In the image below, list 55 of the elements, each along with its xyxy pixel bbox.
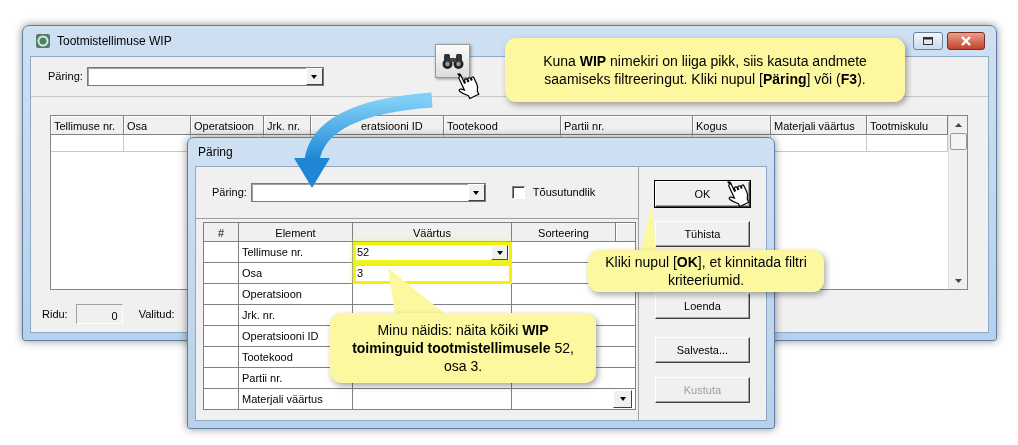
callout-tooltip: Kuna WIP nimekiri on liiga pikk, siis kasuta andmete saamiseks filtreeringut. Kliki nupul [Päring] või (F3).: [505, 38, 905, 102]
column-header[interactable]: Kogus: [693, 116, 771, 135]
close-button[interactable]: [947, 32, 985, 50]
column-header[interactable]: Materjali väärtus: [771, 116, 867, 135]
column-header[interactable]: Osa: [124, 116, 191, 135]
column-header[interactable]: Jrk. nr.: [264, 116, 311, 135]
dropdown-field[interactable]: [512, 389, 636, 410]
grid-cell: Operatsioon: [239, 284, 353, 305]
up-arrow-icon: [954, 122, 962, 127]
dropdown-field[interactable]: 52: [353, 242, 512, 263]
dropdown-field[interactable]: [250, 183, 486, 202]
close-icon: [960, 36, 972, 46]
maximize-button[interactable]: [913, 32, 943, 50]
dialog-title: Päring: [198, 144, 233, 161]
column-header[interactable]: #: [204, 223, 239, 242]
row-count-field: 0: [75, 304, 123, 324]
grid-cell: Materjali väärtus: [239, 389, 353, 410]
checkbox-label: Tõusutundlik: [532, 185, 596, 201]
down-arrow-icon: [954, 278, 962, 283]
grid-cell: Osa: [239, 263, 353, 284]
dropdown-button[interactable]: [491, 245, 508, 260]
grid-cell: Tellimuse nr.: [239, 242, 353, 263]
dropdown-button[interactable]: [613, 390, 632, 408]
maximize-icon: [923, 37, 933, 45]
dialog-button[interactable]: Tühista: [654, 221, 750, 247]
window-title: Tootmistellimuse WIP: [57, 33, 172, 50]
caret-icon: [311, 74, 318, 79]
column-header[interactable]: Element: [239, 223, 353, 242]
column-header[interactable]: Tootmiskulu: [867, 116, 948, 135]
callout-tail: [638, 204, 658, 252]
callout-tooltip: Kliki nupul [OK], et kinnitada filtri kriteeriumid.: [588, 250, 824, 292]
sort-button[interactable]: [616, 223, 636, 242]
status-label: Valitud:: [138, 306, 175, 322]
binoculars-button[interactable]: [435, 44, 470, 78]
binoculars-icon: [441, 52, 464, 70]
dropdown-field[interactable]: [86, 67, 324, 86]
dialog-button[interactable]: Salvesta...: [654, 337, 750, 363]
caret-icon: [496, 250, 503, 255]
app-icon: [35, 33, 51, 49]
field-value: 52: [357, 245, 371, 261]
column-header[interactable]: Operatsioon: [191, 116, 264, 135]
column-header[interactable]: Väärtus: [353, 223, 512, 242]
status-label: Ridu:: [42, 306, 68, 322]
grid-cell: 3: [353, 263, 512, 284]
checkbox[interactable]: [511, 186, 525, 199]
column-header[interactable]: Tellimuse nr.: [51, 116, 124, 135]
column-header[interactable]: Partii nr.: [561, 116, 693, 135]
column-header[interactable]: Sorteering: [512, 223, 616, 242]
column-header[interactable]: Tootekood: [444, 116, 561, 135]
caret-icon: [473, 190, 480, 195]
caret-icon: [619, 397, 626, 401]
field-label: Päring:: [212, 185, 247, 201]
dialog-button[interactable]: Loenda: [654, 293, 750, 319]
field-label: Päring:: [48, 69, 83, 85]
scrollbar-thumb[interactable]: [949, 133, 967, 150]
